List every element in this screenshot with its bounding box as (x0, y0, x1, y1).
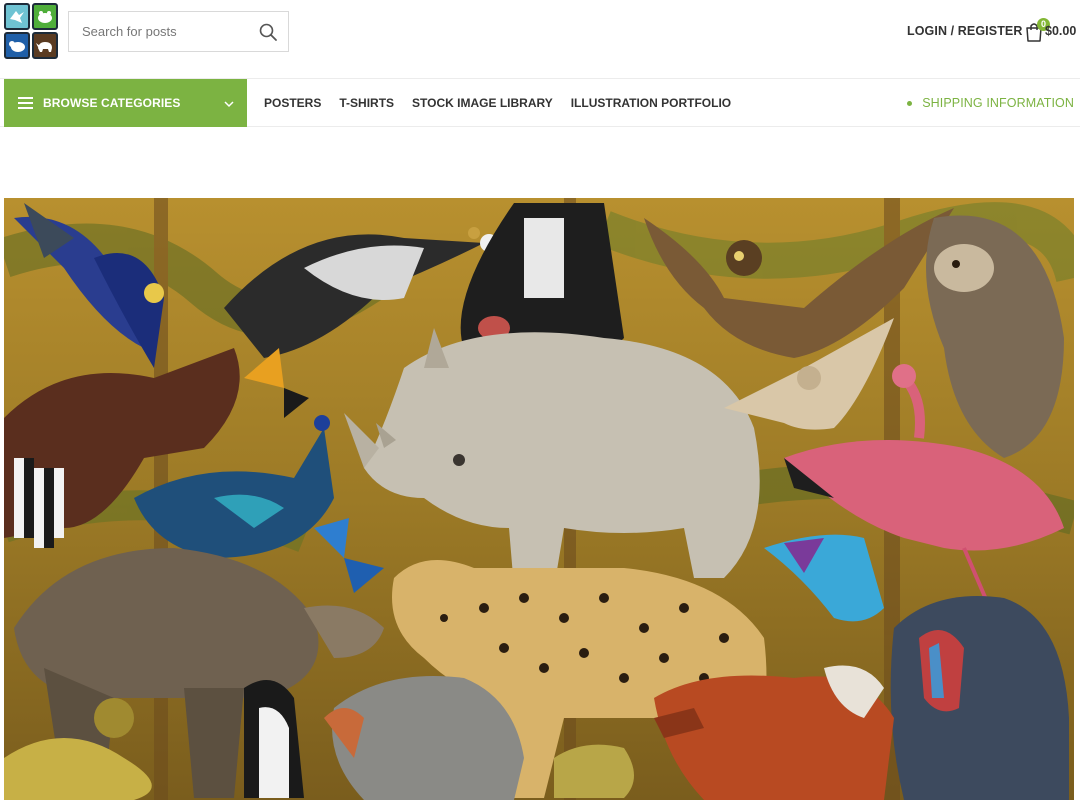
mandrill-illustration (890, 596, 1069, 800)
bullet-icon (907, 100, 913, 106)
red-panda-illustration (654, 665, 894, 800)
main-navigation: BROWSE CATEGORIES POSTERS T-SHIRTS STOCK… (0, 78, 1080, 127)
search-box (68, 11, 289, 52)
site-header: LOGIN / REGISTER 0 $0.00 (0, 0, 1080, 78)
hero-banner-image[interactable] (4, 198, 1074, 800)
primary-menu: POSTERS T-SHIRTS STOCK IMAGE LIBRARY ILL… (264, 79, 749, 127)
hippo-icon (4, 32, 30, 59)
hamburger-icon (18, 97, 33, 109)
search-input[interactable] (69, 12, 249, 51)
cart-button[interactable]: 0 $0.00 (1022, 18, 1078, 46)
site-logo[interactable] (4, 3, 58, 59)
frog-illustration (554, 744, 634, 798)
browse-categories-button[interactable]: BROWSE CATEGORIES (4, 79, 247, 127)
frog-icon (32, 3, 58, 30)
menu-item-stock-image-library[interactable]: STOCK IMAGE LIBRARY (412, 96, 553, 110)
login-register-link[interactable]: LOGIN / REGISTER (907, 24, 1023, 38)
search-icon[interactable] (258, 22, 278, 42)
shipping-information-link[interactable]: SHIPPING INFORMATION (907, 79, 1074, 127)
menu-item-illustration-portfolio[interactable]: ILLUSTRATION PORTFOLIO (571, 96, 731, 110)
rhino-icon (32, 32, 58, 59)
bird-icon (4, 3, 30, 30)
menu-item-t-shirts[interactable]: T-SHIRTS (339, 96, 394, 110)
cart-total: $0.00 (1045, 24, 1077, 38)
browse-categories-label: BROWSE CATEGORIES (43, 96, 181, 110)
chevron-down-icon (223, 97, 235, 109)
hero-illustration (4, 198, 1074, 800)
menu-item-posters[interactable]: POSTERS (264, 96, 321, 110)
shipping-information-label: SHIPPING INFORMATION (922, 96, 1074, 110)
